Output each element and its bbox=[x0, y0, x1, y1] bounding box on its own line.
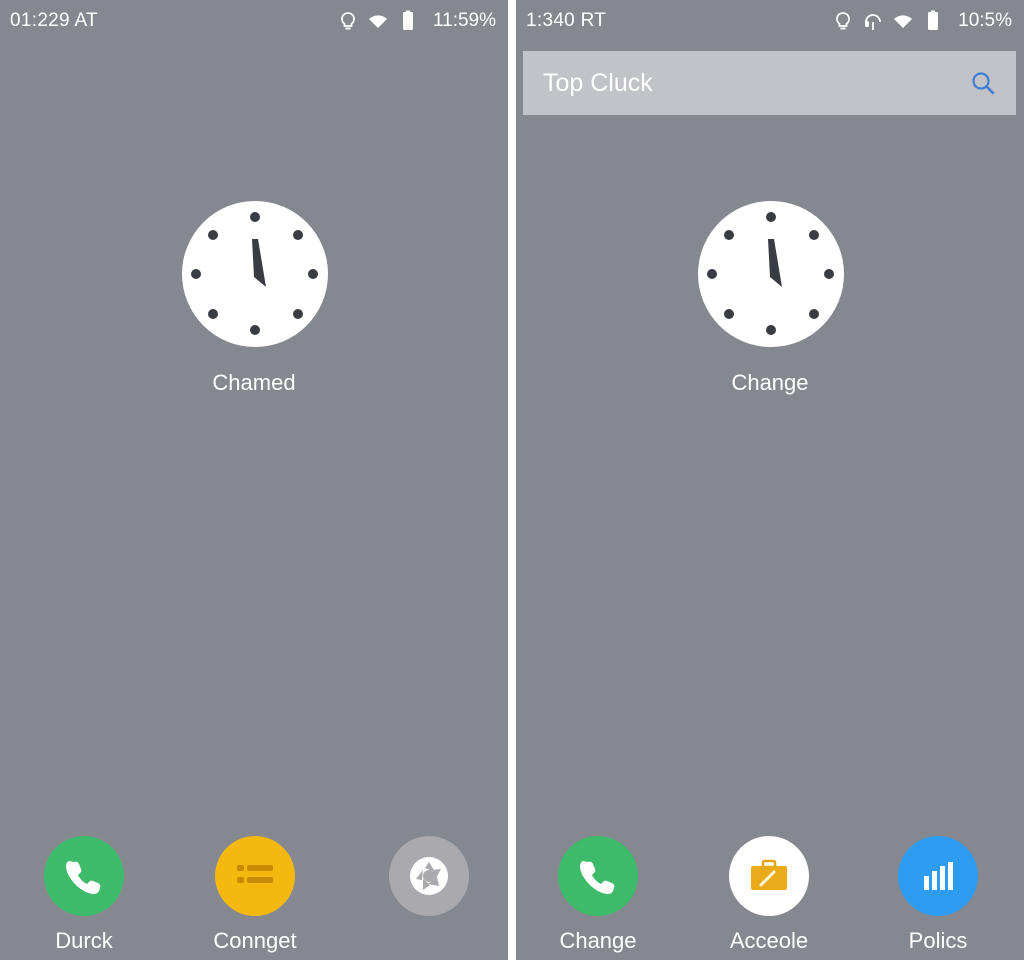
search-bar[interactable]: Top Cluck bbox=[523, 51, 1016, 115]
dock-app-stats[interactable]: Polics bbox=[868, 836, 1008, 960]
phone-icon[interactable] bbox=[44, 836, 124, 916]
dock-app-label: Connget bbox=[213, 928, 297, 953]
dock-app-label: Polics bbox=[908, 928, 968, 953]
clock-label: Change bbox=[731, 370, 809, 395]
status-icons: 11:59% bbox=[337, 8, 496, 34]
status-time: 01:229 AT bbox=[10, 10, 98, 31]
status-bar: 01:229 AT 11:59% bbox=[0, 0, 508, 42]
search-text[interactable]: Top Cluck bbox=[543, 69, 653, 98]
aperture-icon[interactable] bbox=[389, 836, 469, 916]
lightbulb-icon bbox=[337, 10, 359, 32]
dock-app-list[interactable]: Connget bbox=[185, 836, 325, 960]
clock-label: Chamed bbox=[212, 370, 296, 395]
dock-app-label: Change bbox=[559, 928, 637, 953]
list-icon[interactable] bbox=[215, 836, 295, 916]
search-icon[interactable] bbox=[970, 70, 996, 96]
lightbulb-icon bbox=[832, 10, 854, 32]
clock-widget[interactable] bbox=[698, 201, 844, 347]
dock-app-phone[interactable]: Change bbox=[528, 836, 668, 960]
wifi-icon bbox=[367, 10, 389, 32]
clock-face-icon bbox=[707, 212, 834, 335]
dock-app-phone[interactable]: Durck bbox=[14, 836, 154, 960]
battery-icon bbox=[397, 10, 419, 32]
status-icons: 10:5% bbox=[832, 8, 1012, 34]
battery-percent: 10:5% bbox=[958, 10, 1012, 31]
headset-icon bbox=[862, 10, 884, 32]
clock-widget[interactable] bbox=[182, 201, 328, 347]
battery-icon bbox=[922, 10, 944, 32]
status-bar: 1:340 RT 10:5% bbox=[516, 0, 1024, 42]
battery-percent: 11:59% bbox=[432, 10, 496, 31]
dock-app-camera[interactable] bbox=[359, 836, 499, 960]
left-phone-screen: 01:229 AT 11:59% Chamed Durck Connget bbox=[0, 0, 508, 960]
dock-app-label: Acceole bbox=[729, 928, 809, 953]
phone-icon[interactable] bbox=[558, 836, 638, 916]
dock-app-label: Durck bbox=[55, 928, 113, 953]
clock-face-icon bbox=[191, 212, 318, 335]
briefcase-icon[interactable] bbox=[729, 836, 809, 916]
wifi-icon bbox=[892, 10, 914, 32]
status-time: 1:340 RT bbox=[526, 10, 607, 31]
bar-chart-icon[interactable] bbox=[898, 836, 978, 916]
dock-app-briefcase[interactable]: Acceole bbox=[699, 836, 839, 960]
right-phone-screen: 1:340 RT 10:5% Top Cluck Change Change A… bbox=[516, 0, 1024, 960]
